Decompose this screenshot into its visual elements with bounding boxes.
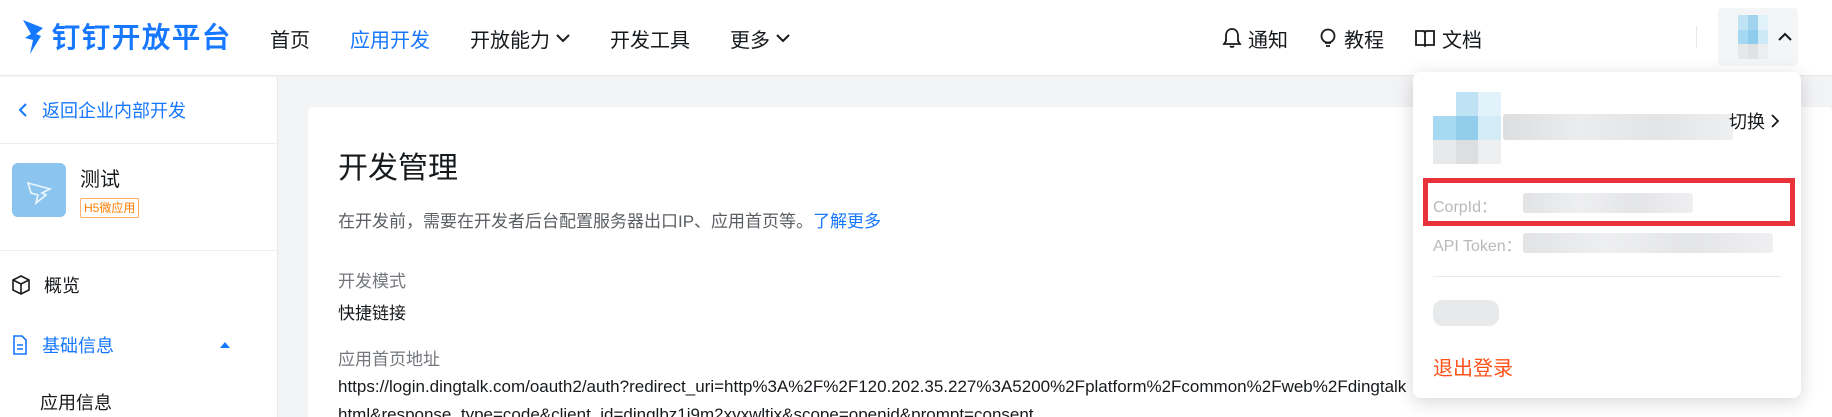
- page-title: 开发管理: [338, 152, 458, 185]
- caret-up-icon: [220, 342, 230, 348]
- app-logo-icon: [26, 181, 53, 206]
- nav-item-dev-tools[interactable]: 开发工具: [610, 24, 690, 53]
- nav-item-app-dev[interactable]: 应用开发: [350, 24, 430, 53]
- api-token-label: API Token：: [1433, 238, 1522, 255]
- chevron-left-icon: [18, 103, 27, 117]
- nav-item-open-capability[interactable]: 开放能力: [470, 24, 570, 53]
- main-nav: 首页 应用开发 开放能力 开发工具 更多: [270, 0, 830, 76]
- nav-divider: [1696, 26, 1697, 48]
- corpid-label: CorpId：: [1433, 199, 1498, 216]
- chevron-up-icon: [1778, 32, 1792, 41]
- back-link-label: 返回企业内部开发: [42, 101, 186, 121]
- chevron-down-icon: [556, 34, 570, 43]
- sidebar-item-label: 基础信息: [42, 336, 114, 356]
- redacted-item: [1433, 300, 1499, 326]
- sidebar-subitem-label: 应用信息: [40, 393, 112, 413]
- cube-icon: [12, 275, 30, 295]
- app-meta: 测试 H5微应用: [80, 163, 140, 218]
- app-icon: [12, 163, 66, 217]
- nav-label: 开发工具: [610, 29, 690, 52]
- learn-more-link[interactable]: 了解更多: [813, 212, 881, 231]
- homepage-url-value-line2: html&response_type=code&client_id=dinglb…: [338, 405, 1034, 417]
- logout-button[interactable]: 退出登录: [1433, 352, 1513, 381]
- book-icon: [1415, 30, 1435, 48]
- sidebar-item-label: 概览: [44, 276, 80, 296]
- dev-mode-value: 快捷链接: [338, 304, 406, 323]
- chevron-down-icon: [776, 34, 790, 43]
- utility-nav: 通知 教程 文档: [1192, 0, 1482, 76]
- switch-org-button[interactable]: 切换: [1729, 108, 1779, 134]
- sidebar-item-overview[interactable]: 概览: [0, 255, 277, 315]
- left-sidebar: 返回企业内部开发 测试 H5微应用 概览 基础信息 应用信息: [0, 77, 278, 417]
- user-dropdown-menu: 切换 CorpId： API Token： 退出登录: [1413, 72, 1801, 398]
- nav-label: 应用开发: [350, 29, 430, 52]
- bulb-icon: [1320, 28, 1336, 47]
- back-link[interactable]: 返回企业内部开发: [0, 77, 277, 144]
- docs-label: 文档: [1442, 29, 1482, 52]
- user-name-redacted: [1503, 114, 1733, 140]
- app-name: 测试: [80, 169, 120, 191]
- api-token-value-redacted: [1523, 233, 1773, 253]
- bell-icon: [1222, 28, 1242, 48]
- app-card: 测试 H5微应用: [0, 144, 277, 251]
- description-text: 在开发前，需要在开发者后台配置服务器出口IP、应用首页等。: [338, 212, 814, 231]
- app-type-badge: H5微应用: [80, 198, 140, 218]
- brand-name: 钉钉开放平台: [52, 21, 233, 54]
- sidebar-subitem-app-info[interactable]: 应用信息: [0, 375, 277, 417]
- user-avatar-menu[interactable]: [1718, 8, 1798, 66]
- page-description: 在开发前，需要在开发者后台配置服务器出口IP、应用首页等。了解更多: [338, 207, 881, 232]
- chevron-right-icon: [1771, 114, 1779, 128]
- docs-link[interactable]: 文档: [1414, 24, 1482, 53]
- brand-logo[interactable]: 钉钉开放平台: [20, 14, 232, 58]
- dropdown-divider: [1433, 276, 1781, 277]
- dropdown-avatar: [1433, 92, 1501, 164]
- corpid-value-redacted: [1523, 193, 1693, 213]
- notification-link[interactable]: 通知: [1222, 24, 1288, 53]
- homepage-url-label: 应用首页地址: [338, 350, 440, 369]
- nav-label: 首页: [270, 29, 310, 52]
- notification-label: 通知: [1248, 29, 1288, 52]
- nav-label: 更多: [730, 29, 770, 52]
- dingtalk-logo-icon: [23, 20, 43, 54]
- dev-mode-label: 开发模式: [338, 272, 406, 291]
- nav-item-more[interactable]: 更多: [730, 24, 790, 53]
- sidebar-item-basic-info[interactable]: 基础信息: [0, 315, 277, 375]
- avatar: [1738, 15, 1768, 59]
- nav-label: 开放能力: [470, 29, 550, 52]
- top-nav-bar: 钉钉开放平台 首页 应用开发 开放能力 开发工具 更多 通知 教程 文档: [0, 0, 1832, 76]
- tutorial-label: 教程: [1344, 29, 1384, 52]
- nav-item-home[interactable]: 首页: [270, 24, 310, 53]
- document-icon: [13, 335, 27, 355]
- homepage-url-value: https://login.dingtalk.com/oauth2/auth?r…: [338, 377, 1407, 396]
- tutorial-link[interactable]: 教程: [1318, 24, 1384, 53]
- switch-label: 切换: [1729, 112, 1765, 132]
